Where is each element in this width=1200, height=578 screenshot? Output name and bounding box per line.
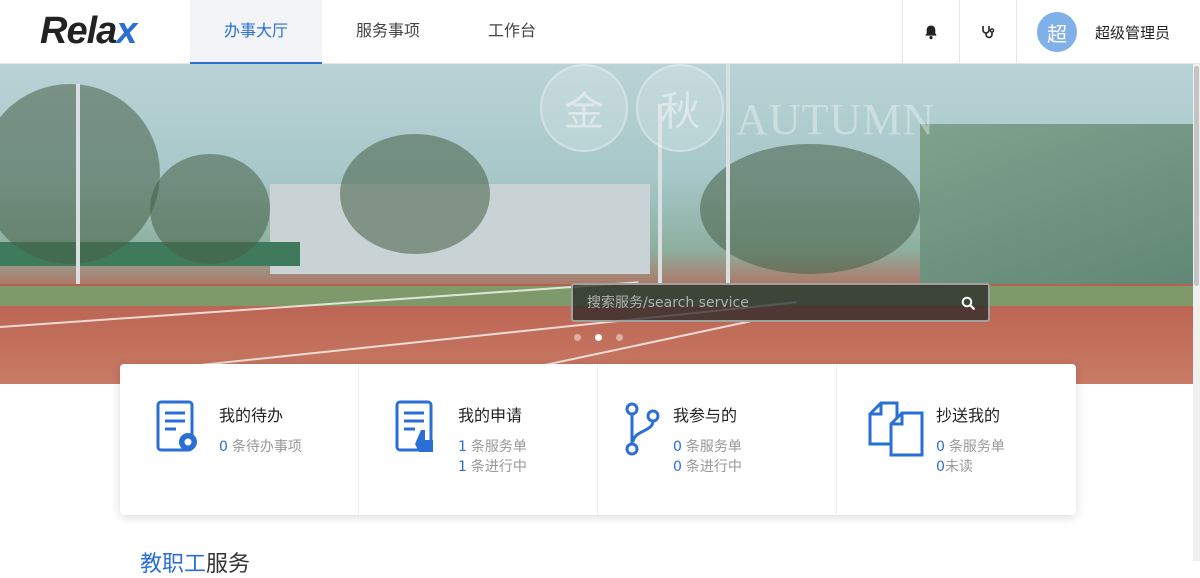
banner-tree [150,154,270,264]
stat-label: 条进行中 [470,459,527,475]
todo-doc-gear-icon [156,400,197,452]
banner-light-pole [76,84,80,294]
tab-service-hall[interactable]: 办事大厅 [190,0,323,64]
carousel-dot[interactable] [574,334,581,341]
banner-stadium-stand [920,124,1200,304]
bell-icon [925,25,937,40]
notifications-button[interactable] [901,0,959,64]
card-stat-line: 0 条待办事项 [219,436,302,456]
card-title: 抄送我的 [936,406,1001,425]
section-title-highlight: 教职工 [140,552,207,577]
stat-number: 0 [936,459,945,475]
banner-tree [0,84,160,264]
banner-tree [700,144,920,274]
stat-number: 0 [219,439,228,455]
search-button[interactable] [948,285,988,320]
user-menu[interactable]: 超 超级管理员 [1015,0,1200,64]
card-stat-line: 0 条服务单 [936,436,1005,456]
stat-label: 条进行中 [685,459,742,475]
stat-label: 条服务单 [948,439,1005,455]
stat-number: 1 [458,459,467,475]
stat-number: 0 [673,459,682,475]
scrollbar-thumb[interactable] [1194,66,1199,286]
stat-label: 未读 [944,459,973,475]
watermark-char-2: 秋 [636,64,724,152]
main-nav: 办事大厅 服务事项 工作台 [190,0,570,64]
autumn-watermark: 金 秋 AUTUMN [540,64,935,152]
card-title: 我参与的 [673,406,738,425]
user-name: 超级管理员 [1094,23,1170,42]
summary-cards: 我的待办 0 条待办事项 我的申请 1 条服务单 1 条进行中 我参与的 0 条服务单 … [120,364,1076,515]
stat-label: 条待办事项 [231,439,302,455]
hero-banner: 金 秋 AUTUMN [0,64,1200,384]
carousel-indicators [574,334,637,341]
logo-accent-text: x [116,10,137,52]
branch-flow-icon [625,402,660,456]
watermark-text: AUTUMN [736,94,936,144]
health-check-button[interactable] [958,0,1016,64]
banner-tree [340,134,490,254]
stat-label: 条服务单 [685,439,742,455]
card-stat-line: 1 条服务单 [458,436,527,456]
stat-label: 条服务单 [470,439,527,455]
card-title: 我的申请 [458,406,523,425]
watermark-char-1: 金 [540,64,628,152]
card-stat-line: 0 条服务单 [673,436,742,456]
carousel-dot-active[interactable] [595,334,602,341]
card-participated[interactable]: 我参与的 0 条服务单 0 条进行中 [598,364,837,515]
carousel-dot[interactable] [616,334,623,341]
card-cc-to-me[interactable]: 抄送我的 0 条服务单 0未读 [837,364,1076,515]
search-input[interactable] [573,285,948,320]
service-search [571,283,990,322]
stat-number: 0 [673,439,682,455]
page-scrollbar[interactable] [1193,64,1200,561]
top-header: Relax 办事大厅 服务事项 工作台 超 超级管理员 [0,0,1200,64]
stat-number: 1 [458,439,467,455]
tab-service-items[interactable]: 服务事项 [322,0,454,64]
search-icon [961,296,975,310]
avatar: 超 [1036,12,1077,52]
header-actions: 超 超级管理员 [901,0,1200,64]
card-stat-line: 1 条进行中 [458,456,527,476]
stat-number: 0 [936,439,945,455]
section-title: 教职工服务 [140,546,250,578]
section-title-rest: 服务 [206,552,251,577]
apply-doc-hand-icon [395,400,433,452]
card-title: 我的待办 [219,406,284,425]
card-stat-line: 0 条进行中 [673,456,742,476]
tab-workbench[interactable]: 工作台 [454,0,570,64]
logo-main-text: Rela [40,10,117,52]
card-my-applications[interactable]: 我的申请 1 条服务单 1 条进行中 [359,364,598,515]
card-my-todo[interactable]: 我的待办 0 条待办事项 [120,364,359,515]
stethoscope-icon [982,26,995,39]
copy-docs-icon [868,401,924,457]
relax-logo[interactable]: Relax [40,10,137,53]
card-stat-line: 0未读 [936,456,973,476]
